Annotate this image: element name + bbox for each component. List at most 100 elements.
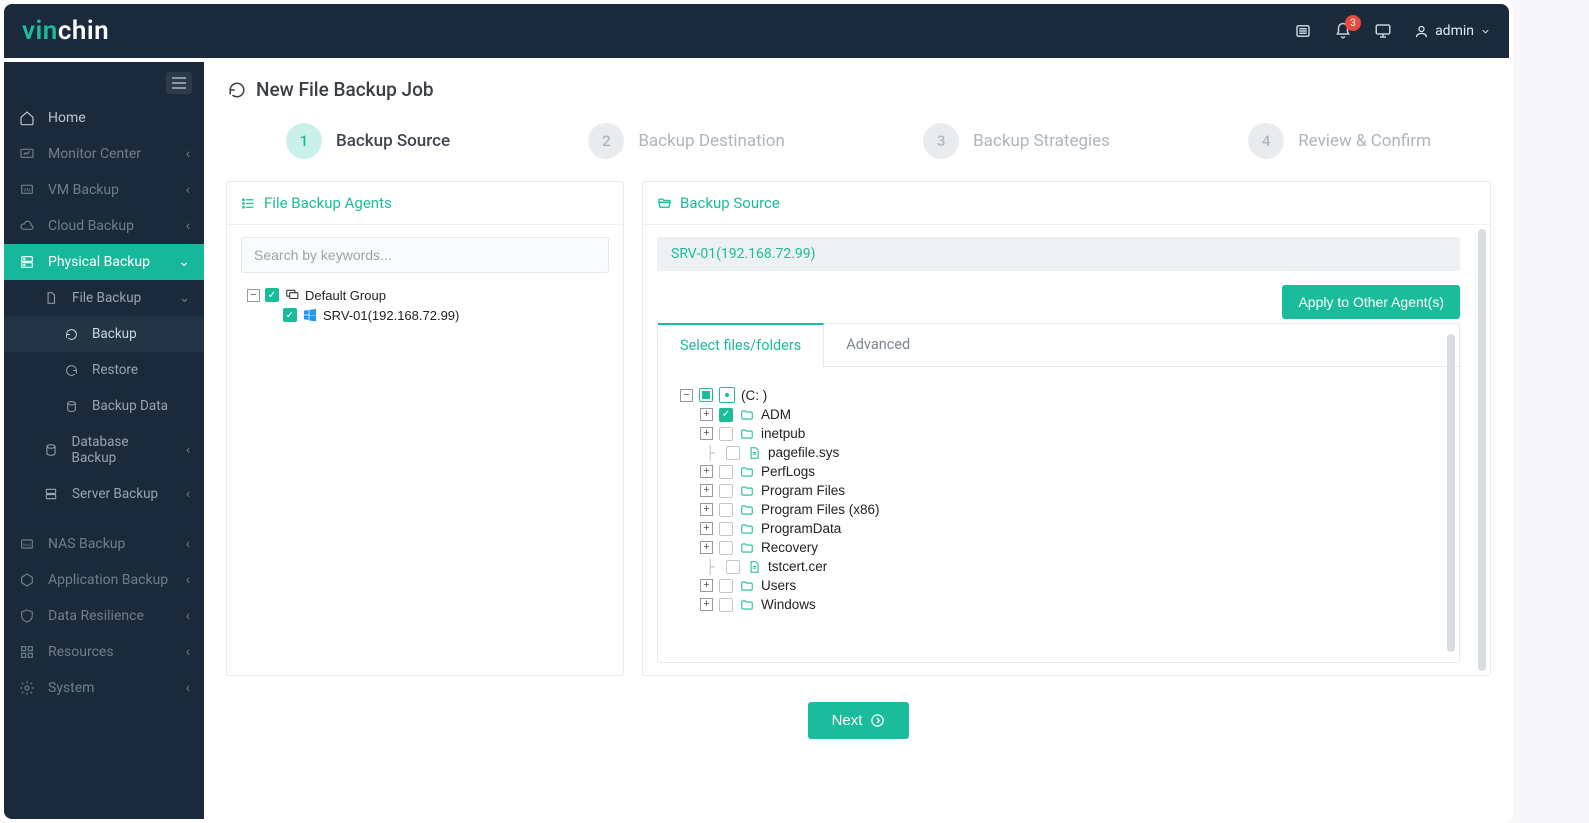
agent-search-input[interactable] <box>241 237 609 273</box>
panel-scrollbar[interactable] <box>1478 229 1486 671</box>
sidebar-item-application-backup[interactable]: Application Backup ‹ <box>4 562 204 598</box>
next-button[interactable]: Next <box>808 702 910 739</box>
step-review-confirm[interactable]: 4 Review & Confirm <box>1248 123 1431 159</box>
fs-item-name[interactable]: Recovery <box>761 540 818 555</box>
brand-logo: vinchin <box>22 16 109 46</box>
sidebar-item-server-backup[interactable]: Server Backup ‹ <box>4 476 204 512</box>
checkbox-checked[interactable]: ✓ <box>719 408 733 422</box>
sidebar-item-backup-data[interactable]: Backup Data <box>4 388 204 424</box>
step-label: Review & Confirm <box>1298 131 1431 151</box>
checkbox-unchecked[interactable] <box>719 598 733 612</box>
sidebar-item-restore[interactable]: Restore <box>4 352 204 388</box>
fs-item-name[interactable]: inetpub <box>761 426 805 441</box>
sidebar-item-vm-backup[interactable]: VM VM Backup ‹ <box>4 172 204 208</box>
fs-row: + inetpub <box>680 424 1437 443</box>
sidebar-item-monitor-center[interactable]: Monitor Center ‹ <box>4 136 204 172</box>
checkbox-checked[interactable]: ✓ <box>283 308 297 322</box>
fs-row: + ProgramData <box>680 519 1437 538</box>
fs-row: ├tstcert.cer <box>680 557 1437 576</box>
sidebar-item-backup[interactable]: Backup <box>4 316 204 352</box>
fs-item-name[interactable]: tstcert.cer <box>768 559 827 574</box>
user-menu[interactable]: admin <box>1414 23 1491 39</box>
tree-expand-icon[interactable]: + <box>700 503 713 516</box>
chevron-down-icon: ⌄ <box>179 290 190 306</box>
step-backup-destination[interactable]: 2 Backup Destination <box>588 123 785 159</box>
tree-expand-icon[interactable]: + <box>700 484 713 497</box>
tree-expand-icon[interactable]: + <box>700 598 713 611</box>
step-backup-source[interactable]: 1 Backup Source <box>286 123 450 159</box>
checkbox-unchecked[interactable] <box>726 560 740 574</box>
checkbox-partial[interactable] <box>699 388 713 402</box>
checkbox-checked[interactable]: ✓ <box>265 288 279 302</box>
fs-item-name[interactable]: Users <box>761 578 796 593</box>
step-number: 4 <box>1248 123 1284 159</box>
sidebar-item-file-backup[interactable]: File Backup ⌄ <box>4 280 204 316</box>
bell-icon[interactable]: 3 <box>1334 22 1352 40</box>
apply-to-other-agents-button[interactable]: Apply to Other Agent(s) <box>1282 285 1460 319</box>
database-icon <box>62 400 80 413</box>
tree-expand-icon[interactable]: + <box>700 579 713 592</box>
fs-item-name[interactable]: ADM <box>761 407 791 422</box>
app-header: vinchin 3 admin <box>4 4 1509 58</box>
sidebar-item-data-resilience[interactable]: Data Resilience ‹ <box>4 598 204 634</box>
sidebar-item-nas-backup[interactable]: NAS NAS Backup ‹ <box>4 526 204 562</box>
sidebar-item-database-backup[interactable]: Database Backup ‹ <box>4 424 204 476</box>
sidebar-toggle[interactable] <box>166 72 192 94</box>
tree-expand-icon[interactable]: + <box>700 465 713 478</box>
page-title: New File Backup Job <box>228 78 1491 101</box>
tree-expand-icon[interactable]: + <box>700 541 713 554</box>
sidebar-item-resources[interactable]: Resources ‹ <box>4 634 204 670</box>
host-header-bar[interactable]: SRV-01(192.168.72.99) <box>657 237 1460 271</box>
sidebar-item-home[interactable]: Home <box>4 100 204 136</box>
sidebar-item-label: Monitor Center <box>48 146 141 162</box>
scrollbar[interactable] <box>1447 334 1455 652</box>
next-button-label: Next <box>832 712 863 729</box>
chevron-left-icon: ‹ <box>186 486 190 502</box>
fs-item-name[interactable]: pagefile.sys <box>768 445 839 460</box>
tab-advanced[interactable]: Advanced <box>824 324 933 366</box>
fs-item-name[interactable]: Program Files (x86) <box>761 502 880 517</box>
tree-expand-icon[interactable]: + <box>700 522 713 535</box>
checkbox-unchecked[interactable] <box>719 503 733 517</box>
fs-item-name[interactable]: ProgramData <box>761 521 841 536</box>
sidebar-item-label: Data Resilience <box>48 608 144 624</box>
tree-branch-icon: ├ <box>700 445 720 460</box>
tree-expand-icon[interactable]: + <box>700 408 713 421</box>
monitor-icon[interactable] <box>1374 22 1392 40</box>
svg-text:NAS: NAS <box>23 542 31 547</box>
sidebar-item-cloud-backup[interactable]: Cloud Backup ‹ <box>4 208 204 244</box>
app-icon <box>18 572 36 588</box>
step-backup-strategies[interactable]: 3 Backup Strategies <box>923 123 1110 159</box>
fs-item-name[interactable]: PerfLogs <box>761 464 815 479</box>
checkbox-unchecked[interactable] <box>726 446 740 460</box>
tree-collapse-icon[interactable]: − <box>680 389 693 402</box>
sidebar-item-label: Backup <box>92 326 137 342</box>
checkbox-unchecked[interactable] <box>719 427 733 441</box>
folder-open-icon <box>657 196 672 211</box>
tab-select-files[interactable]: Select files/folders <box>658 323 824 366</box>
fs-item-name[interactable]: Program Files <box>761 483 845 498</box>
checkbox-unchecked[interactable] <box>719 465 733 479</box>
checkbox-unchecked[interactable] <box>719 484 733 498</box>
source-tabs: Select files/folders Advanced − <box>657 323 1460 663</box>
checkbox-unchecked[interactable] <box>719 541 733 555</box>
tree-expand-icon[interactable]: + <box>700 427 713 440</box>
sidebar-item-label: File Backup <box>72 290 141 306</box>
list-icon[interactable] <box>1294 22 1312 40</box>
drive-label[interactable]: (C: ) <box>741 388 767 403</box>
fs-item-name[interactable]: Windows <box>761 597 816 612</box>
checkbox-unchecked[interactable] <box>719 522 733 536</box>
sidebar-item-physical-backup[interactable]: Physical Backup ⌄ <box>4 244 204 280</box>
checkbox-unchecked[interactable] <box>719 579 733 593</box>
folder-icon <box>739 579 755 593</box>
sidebar-item-label: Home <box>48 110 86 126</box>
chevron-left-icon: ‹ <box>186 572 190 588</box>
chevron-down-icon <box>1480 26 1491 37</box>
tree-node-label[interactable]: SRV-01(192.168.72.99) <box>323 308 459 323</box>
tree-node-label[interactable]: Default Group <box>305 288 386 303</box>
tree-collapse-icon[interactable]: − <box>247 289 260 302</box>
chevron-down-icon: ⌄ <box>178 254 190 270</box>
sidebar-item-system[interactable]: System ‹ <box>4 670 204 706</box>
file-icon <box>746 560 762 574</box>
sidebar-item-label: Resources <box>48 644 114 660</box>
